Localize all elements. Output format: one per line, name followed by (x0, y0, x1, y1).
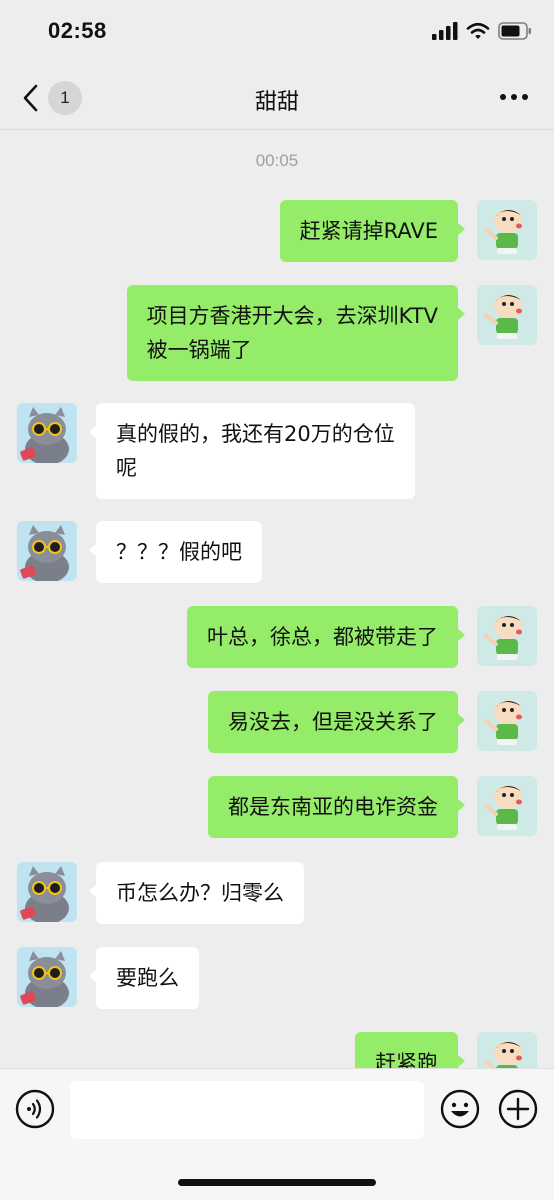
more-button[interactable] (500, 94, 528, 100)
battery-icon (498, 22, 532, 44)
outgoing-message-bubble[interactable]: 易没去，但是没关系了 (208, 691, 465, 753)
chat-title: 甜甜 (254, 90, 299, 115)
signal-icon (432, 22, 458, 44)
message-input[interactable] (70, 1081, 424, 1139)
outgoing-message-bubble[interactable]: 赶紧跑 (355, 1032, 465, 1068)
incoming-message-bubble[interactable]: 要跑么 (89, 947, 199, 1009)
outgoing-message-bubble[interactable]: 赶紧请掉RAVE (279, 200, 466, 262)
home-indicator (178, 1179, 376, 1186)
contact-avatar[interactable] (17, 862, 77, 922)
nav-bar: 1 甜甜 (0, 66, 554, 130)
self-avatar[interactable] (477, 1032, 537, 1068)
outgoing-message-bubble[interactable]: 都是东南亚的电诈资金 (208, 776, 465, 838)
status-icons (432, 20, 532, 46)
incoming-message-bubble[interactable]: ？？？假的吧 (89, 521, 262, 583)
voice-icon (15, 1089, 55, 1129)
contact-avatar[interactable] (17, 947, 77, 1007)
self-avatar[interactable] (477, 285, 537, 345)
outgoing-message-bubble[interactable]: 项目方香港开大会，去深圳KTV 被一锅端了 (126, 285, 466, 381)
self-avatar[interactable] (477, 606, 537, 666)
contact-avatar[interactable] (17, 521, 77, 581)
status-bar: 02:58 (0, 0, 554, 66)
voice-button[interactable] (15, 1089, 55, 1129)
emoji-button[interactable] (440, 1089, 480, 1129)
message-timestamp: 00:05 (255, 151, 299, 170)
status-time: 02:58 (48, 18, 107, 43)
chat-area[interactable]: 00:05 赶紧请掉RAVE 项目方香港开大会，去深圳KTV 被一锅端了 真的假… (0, 131, 554, 1068)
incoming-message-bubble[interactable]: 真的假的，我还有20万的仓位 呢 (89, 403, 415, 499)
self-avatar[interactable] (477, 776, 537, 836)
more-dots-icon (500, 94, 506, 100)
plus-icon (498, 1089, 538, 1129)
incoming-message-bubble[interactable]: 币怎么办？归零么 (89, 862, 304, 924)
more-functions-button[interactable] (498, 1089, 538, 1129)
self-avatar[interactable] (477, 200, 537, 260)
contact-avatar[interactable] (17, 403, 77, 463)
emoji-icon (440, 1089, 480, 1129)
self-avatar[interactable] (477, 691, 537, 751)
outgoing-message-bubble[interactable]: 叶总，徐总，都被带走了 (187, 606, 465, 668)
wifi-icon (466, 22, 490, 44)
